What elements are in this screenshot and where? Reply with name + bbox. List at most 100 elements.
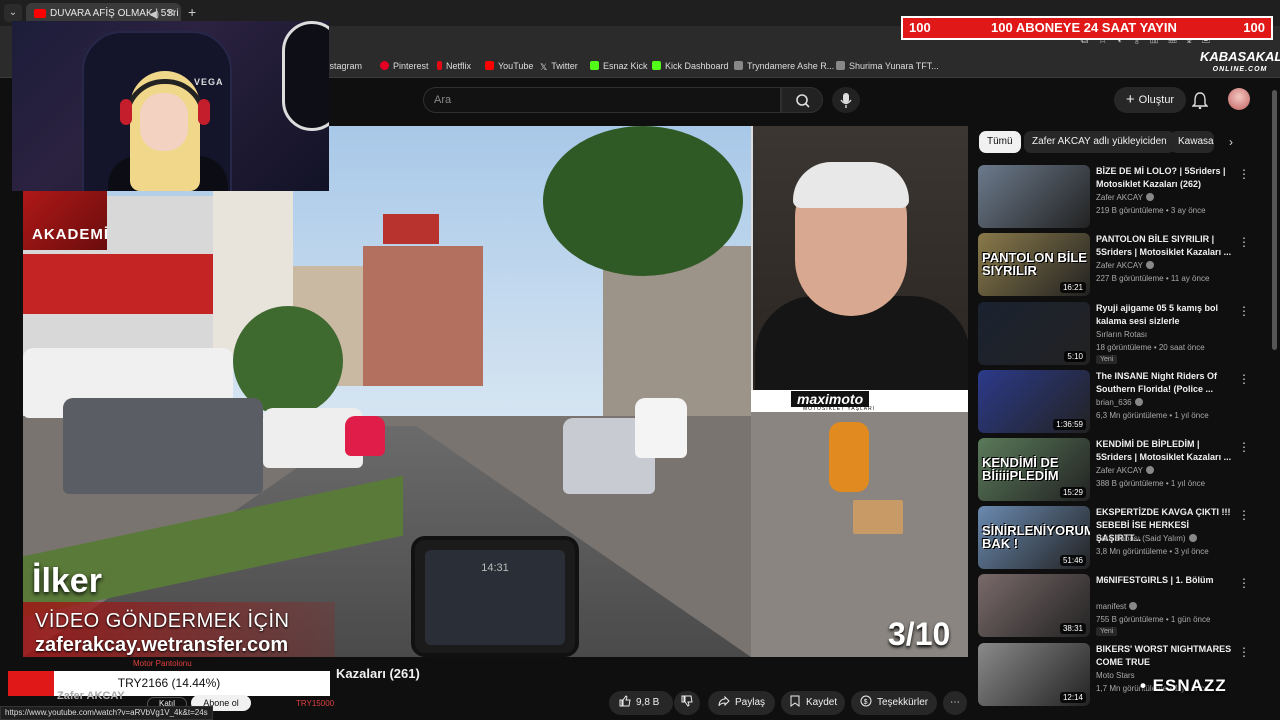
- new-tab-icon[interactable]: +: [188, 4, 196, 20]
- more-options-icon[interactable]: ⋮: [1238, 576, 1250, 590]
- sidebar-scrollbar[interactable]: [1272, 90, 1277, 350]
- recommendation-item[interactable]: 5:10 Ryuji ajigame 05 5 kamış bol kalama …: [978, 302, 1278, 366]
- notifications-bell-icon[interactable]: [1192, 91, 1208, 109]
- delivery-box: [345, 416, 385, 456]
- voice-search-button[interactable]: [832, 87, 860, 113]
- recommendation-item[interactable]: SİNİRLENİYORUM BAK ! 51:46 EKSPERTİZDE KAV…: [978, 506, 1278, 570]
- more-options-icon[interactable]: ⋮: [1238, 508, 1250, 522]
- recommendation-item[interactable]: 38:31 M6NIFESTGIRLS | 1. Bölüm manifest 755…: [978, 574, 1278, 638]
- bookmark-icon: [790, 695, 800, 707]
- recommendation-channel[interactable]: Sırların Rotası: [1096, 330, 1147, 339]
- verified-icon: [1145, 466, 1154, 474]
- donation-label: Motor Pantolonu: [133, 659, 192, 668]
- svg-text:$: $: [864, 699, 868, 706]
- create-button[interactable]: + Oluştur: [1114, 87, 1186, 113]
- recommendation-channel[interactable]: manifest: [1096, 602, 1138, 611]
- channel-name[interactable]: Zafer AKCAY: [57, 690, 125, 702]
- more-actions-button[interactable]: ⋯: [943, 691, 967, 715]
- white-van-far: [635, 398, 687, 458]
- more-options-icon[interactable]: ⋮: [1238, 235, 1250, 249]
- recommendation-item[interactable]: 12:14 BIKERS' WORST NIGHTMARES COME TRUE M…: [978, 643, 1278, 707]
- recommendation-channel[interactable]: Zafer AKCAY: [1096, 193, 1154, 202]
- bookmark-kick-dashboard[interactable]: Kick Dashboard: [652, 61, 729, 71]
- clip-counter: 3/10: [888, 616, 951, 652]
- rooftop-sign: [383, 214, 439, 244]
- recommendation-channel[interactable]: Moto Stars: [1096, 671, 1135, 680]
- bookmark-tryndamere[interactable]: Tryndamere Ashe R...: [734, 61, 834, 71]
- headset-ear: [198, 99, 210, 125]
- plus-icon: +: [1125, 91, 1135, 108]
- recommendation-title[interactable]: PANTOLON BİLE SIYRILIR | 5Sriders | Moto…: [1096, 233, 1236, 259]
- tab-title: DUVARA AFİŞ OLMAK | 5Sri: [50, 8, 179, 19]
- vendor-person: [829, 422, 869, 492]
- bookmark-esnaz-kick[interactable]: Esnaz Kick: [590, 61, 648, 71]
- recommendation-meta: 755 B görüntüleme • 1 gün önce: [1096, 615, 1211, 624]
- recommendation-meta: 219 B görüntüleme • 3 ay önce: [1096, 206, 1206, 215]
- video-thumbnail[interactable]: 38:31: [978, 574, 1090, 637]
- recommendation-item[interactable]: KENDİMİ DE BİiiiiPLEDİM 15:29 KENDİMİ DE B…: [978, 438, 1278, 502]
- recommendation-channel[interactable]: brian_636: [1096, 398, 1143, 407]
- chip-all[interactable]: Tümü: [979, 131, 1021, 153]
- recommendation-item[interactable]: BİZE DE Mİ LOLO? | 5Sriders | Motosiklet…: [978, 165, 1278, 229]
- thumbs-up-icon: [619, 695, 631, 707]
- bookmark-shurima[interactable]: Shurima Yunara TFT...: [836, 61, 939, 71]
- video-thumbnail[interactable]: 1:36:59: [978, 370, 1090, 433]
- bookmark-twitter[interactable]: 𝕏 Twitter: [540, 61, 578, 72]
- more-options-icon[interactable]: ⋮: [1238, 372, 1250, 386]
- dislike-button[interactable]: [674, 691, 700, 715]
- donation-progress-fill: [8, 671, 54, 696]
- duration-badge: 51:46: [1059, 555, 1086, 566]
- like-button[interactable]: 9,8 B: [609, 691, 673, 715]
- tab-search-icon[interactable]: ⌄: [4, 4, 22, 22]
- verified-icon: [1129, 602, 1138, 610]
- recommendation-channel[interactable]: Zafer AKCAY: [1096, 261, 1154, 270]
- recommendation-title[interactable]: The INSANE Night Riders Of Southern Flor…: [1096, 370, 1236, 396]
- chevron-right-icon[interactable]: ›: [1222, 131, 1240, 153]
- more-options-icon[interactable]: ⋮: [1238, 645, 1250, 659]
- recommendation-channel[interactable]: Zafer AKCAY: [1096, 466, 1154, 475]
- recommendation-item[interactable]: PANTOLON BİLE SIYRILIR 16:21 PANTOLON BİLE…: [978, 233, 1278, 297]
- share-button[interactable]: Paylaş: [708, 691, 775, 715]
- bookmark-netflix[interactable]: Netflix: [437, 61, 471, 71]
- video-title: Kazaları (261): [336, 666, 420, 681]
- recommendation-channel[interactable]: Para Babası (Said Yalım): [1096, 534, 1197, 543]
- recommendation-title[interactable]: M6NIFESTGIRLS | 1. Bölüm: [1096, 574, 1236, 587]
- video-thumbnail[interactable]: SİNİRLENİYORUM BAK ! 51:46: [978, 506, 1090, 569]
- recommendation-title[interactable]: BİZE DE Mİ LOLO? | 5Sriders | Motosiklet…: [1096, 165, 1236, 191]
- chip-uploader[interactable]: Zafer AKCAY adlı yükleyiciden: [1024, 131, 1175, 153]
- more-options-icon[interactable]: ⋮: [1238, 167, 1250, 181]
- video-thumbnail[interactable]: PANTOLON BİLE SIYRILIR 16:21: [978, 233, 1090, 296]
- bookmark-pinterest[interactable]: Pinterest: [380, 61, 429, 71]
- more-options-icon[interactable]: ⋮: [1238, 304, 1250, 318]
- account-avatar[interactable]: [1228, 88, 1250, 110]
- recommendation-item[interactable]: 1:36:59 The INSANE Night Riders Of Southe…: [978, 370, 1278, 434]
- recommendation-title[interactable]: Ryuji ajigame 05 5 kamış bol kalama sesi…: [1096, 302, 1236, 328]
- video-thumbnail[interactable]: 5:10: [978, 302, 1090, 365]
- thumbnail-text: SİNİRLENİYORUM BAK !: [982, 523, 1090, 551]
- video-thumbnail[interactable]: 12:14: [978, 643, 1090, 706]
- kabasakal-watermark: KABASAKAL ONLINE.COM: [1200, 49, 1280, 73]
- tree: [543, 126, 743, 276]
- motorcycle-dashboard: 14:31: [411, 536, 579, 657]
- recommendation-meta: 388 B görüntüleme • 1 yıl önce: [1096, 479, 1206, 488]
- recommendation-meta: 6,3 Mn görüntüleme • 1 yıl önce: [1096, 411, 1209, 420]
- video-thumbnail[interactable]: [978, 165, 1090, 228]
- more-options-icon[interactable]: ⋮: [1238, 440, 1250, 454]
- dashboard-screen: 14:31: [425, 550, 565, 645]
- save-button[interactable]: Kaydet: [781, 691, 845, 715]
- reaction-pip: [751, 126, 968, 416]
- thumbnail-text: PANTOLON BİLE SIYRILIR: [982, 250, 1087, 278]
- youtube-favicon-icon: [34, 9, 46, 18]
- recommendation-meta: 3,8 Mn görüntüleme • 3 yıl önce: [1096, 547, 1209, 556]
- thanks-button[interactable]: $ Teşekkürler: [851, 691, 937, 715]
- status-url: https://www.youtube.com/watch?v=aRVbVg1V…: [0, 706, 213, 720]
- video-thumbnail[interactable]: KENDİMİ DE BİiiiiPLEDİM 15:29: [978, 438, 1090, 501]
- video-player[interactable]: maximoto MOTOSİKLET YAŞLARI 14:31 AKADEM…: [23, 126, 968, 657]
- streamer-handle: • ESNAZZ: [1140, 676, 1227, 695]
- search-button[interactable]: [781, 87, 823, 113]
- recommendation-title[interactable]: KENDİMİ DE BİPLEDİM | 5Sriders | Motosik…: [1096, 438, 1236, 464]
- recommendation-title[interactable]: BIKERS' WORST NIGHTMARES COME TRUE: [1096, 643, 1236, 669]
- chip-kawasaki[interactable]: Kawasa: [1170, 131, 1214, 153]
- bookmark-youtube[interactable]: YouTube: [485, 61, 533, 71]
- search-input[interactable]: Ara: [423, 87, 781, 113]
